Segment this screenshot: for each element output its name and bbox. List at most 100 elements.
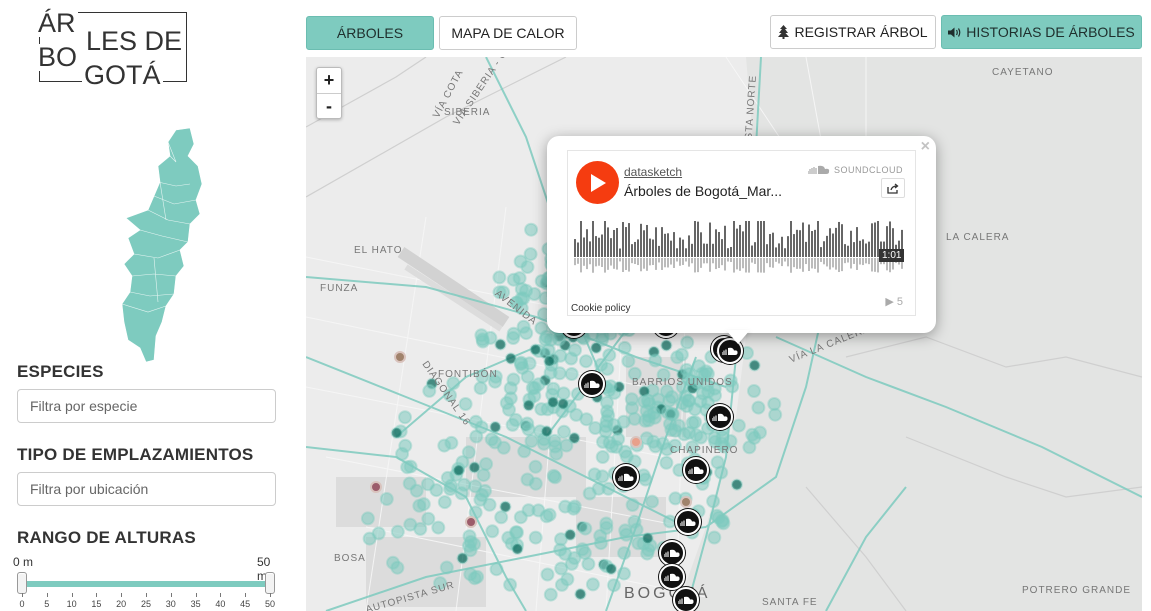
tree-point[interactable] (599, 516, 614, 531)
tree-point[interactable] (557, 424, 571, 439)
tree-point[interactable] (439, 560, 454, 575)
story-marker[interactable] (579, 371, 605, 397)
tree-point[interactable] (767, 397, 782, 411)
tree-point[interactable] (489, 421, 502, 433)
tree-point[interactable] (624, 392, 639, 407)
tree-point[interactable] (485, 524, 500, 539)
cookie-policy-link[interactable]: Cookie policy (571, 303, 630, 314)
tree-point[interactable] (547, 433, 562, 448)
bogota-silhouette-map[interactable] (118, 126, 208, 362)
tree-point[interactable] (523, 247, 538, 262)
tree-point[interactable] (540, 567, 555, 582)
range-max-handle[interactable] (265, 572, 275, 594)
tree-point[interactable] (659, 455, 674, 470)
story-marker[interactable] (673, 587, 699, 611)
story-marker[interactable] (613, 464, 639, 490)
tree-point[interactable] (595, 450, 610, 464)
tree-point[interactable] (600, 361, 615, 376)
tree-point[interactable] (468, 461, 481, 474)
tree-point[interactable] (585, 577, 600, 592)
tree-point[interactable] (494, 338, 507, 351)
location-filter-input[interactable] (17, 472, 276, 506)
tree-point[interactable] (689, 428, 704, 443)
tree-point[interactable] (706, 494, 721, 509)
tree-point[interactable] (578, 521, 593, 536)
tree-point[interactable] (680, 335, 695, 350)
height-range-slider[interactable]: 0 m 50 m 0 5 10 15 20 25 30 35 40 45 50 (13, 553, 282, 611)
tree-point[interactable] (379, 492, 394, 506)
tree-point[interactable] (520, 369, 535, 384)
share-button[interactable] (881, 178, 905, 198)
tree-point[interactable] (520, 416, 535, 431)
tree-point[interactable] (617, 566, 631, 581)
tree-point[interactable] (476, 468, 491, 483)
zoom-in-button[interactable]: + (317, 68, 341, 93)
tree-point[interactable] (416, 497, 431, 512)
tree-point[interactable] (640, 393, 655, 408)
tree-point[interactable] (456, 552, 469, 565)
story-marker[interactable] (675, 509, 701, 535)
tree-point[interactable] (496, 440, 511, 455)
tree-point[interactable] (731, 418, 746, 433)
tree-point[interactable] (707, 530, 722, 545)
tree-point[interactable] (554, 561, 569, 576)
tree-point[interactable] (454, 486, 469, 501)
tree-point[interactable] (468, 479, 483, 494)
tree-point[interactable] (431, 520, 446, 535)
tree-point[interactable] (618, 523, 633, 538)
tree-point[interactable] (520, 260, 535, 274)
tree-point[interactable] (680, 496, 692, 508)
tree-point[interactable] (747, 384, 761, 398)
tree-point[interactable] (437, 495, 452, 510)
tree-point[interactable] (539, 509, 554, 524)
tree-point[interactable] (479, 457, 494, 471)
tree-point[interactable] (559, 438, 574, 453)
tree-point[interactable] (621, 354, 636, 369)
tree-point[interactable] (489, 562, 504, 577)
tree-point[interactable] (474, 328, 489, 343)
tree-point[interactable] (520, 472, 535, 487)
track-title[interactable]: Árboles de Bogotá_Mar... (624, 183, 782, 199)
tree-point[interactable] (557, 397, 570, 410)
tree-point[interactable] (511, 542, 524, 555)
tree-point[interactable] (606, 578, 621, 593)
zoom-out-button[interactable]: - (317, 93, 341, 118)
tree-point[interactable] (751, 400, 766, 415)
tree-point[interactable] (549, 446, 564, 461)
tree-point[interactable] (473, 381, 488, 396)
tree-point[interactable] (517, 444, 532, 459)
tree-point[interactable] (593, 536, 608, 551)
tree-point[interactable] (395, 446, 410, 461)
tree-point[interactable] (579, 354, 593, 369)
tree-point[interactable] (625, 498, 640, 512)
species-filter-input[interactable] (17, 389, 276, 423)
tree-point[interactable] (730, 478, 743, 491)
tree-point[interactable] (602, 348, 617, 363)
tree-point[interactable] (648, 353, 663, 368)
tree-point[interactable] (506, 331, 521, 345)
tree-point[interactable] (534, 402, 549, 417)
soundcloud-brand[interactable]: SOUNDCLOUD (807, 165, 903, 175)
tree-point[interactable] (499, 500, 512, 513)
tree-point[interactable] (528, 530, 543, 545)
tree-point[interactable] (579, 412, 594, 427)
tree-point[interactable] (567, 499, 582, 514)
tree-point[interactable] (617, 340, 632, 355)
tree-point[interactable] (540, 425, 553, 438)
tree-point[interactable] (753, 425, 767, 440)
tree-point[interactable] (660, 339, 673, 352)
app-logo[interactable]: ÁR LES DE BO GOTÁ (28, 10, 188, 92)
tree-point[interactable] (543, 332, 558, 347)
tree-point[interactable] (529, 343, 542, 356)
tree-point[interactable] (601, 408, 616, 423)
register-tree-button[interactable]: REGISTRAR ÁRBOL (770, 15, 936, 49)
tree-point[interactable] (681, 393, 696, 408)
tree-point[interactable] (714, 465, 729, 480)
tree-point[interactable] (543, 587, 558, 602)
tree-point[interactable] (370, 481, 382, 493)
tree-point[interactable] (716, 516, 731, 531)
tree-point[interactable] (409, 483, 424, 498)
tree-point[interactable] (400, 460, 415, 475)
tree-point[interactable] (548, 470, 563, 485)
tree-point[interactable] (674, 347, 689, 362)
